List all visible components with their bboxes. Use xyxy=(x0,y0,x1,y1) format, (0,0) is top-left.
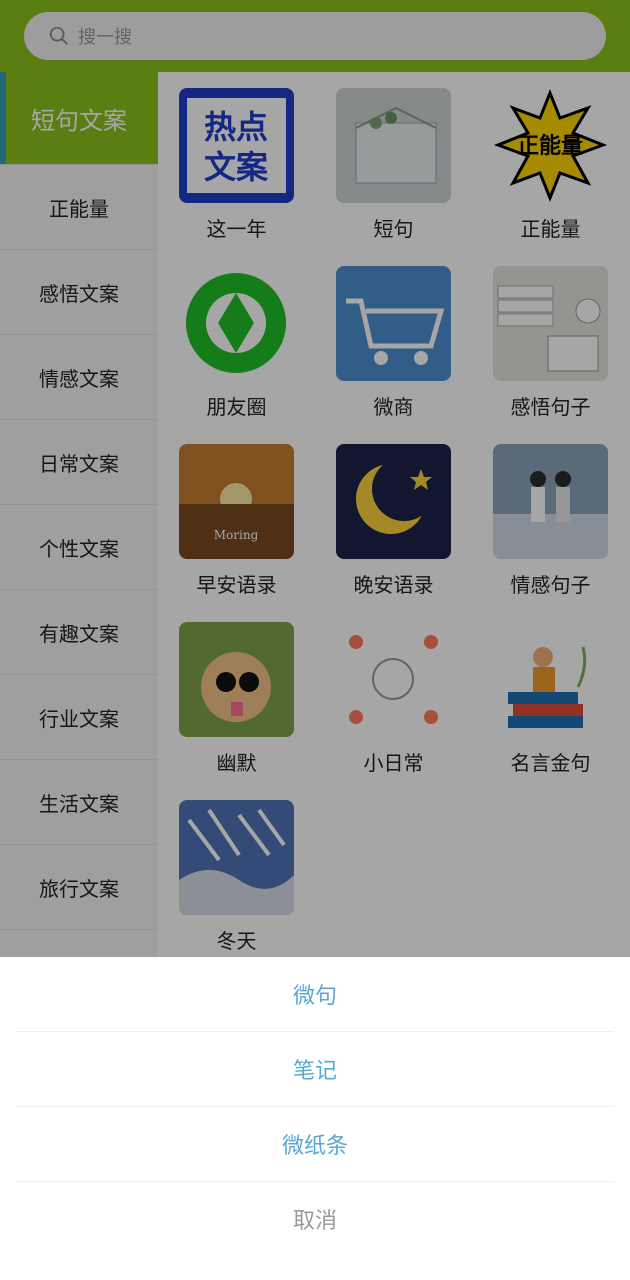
action-sheet: 微句 笔记 微纸条 取消 xyxy=(0,957,630,1280)
option-笔记[interactable]: 笔记 xyxy=(16,1032,614,1107)
cancel-button[interactable]: 取消 xyxy=(16,1182,614,1256)
option-微句[interactable]: 微句 xyxy=(16,957,614,1032)
option-微纸条[interactable]: 微纸条 xyxy=(16,1107,614,1182)
modal-overlay[interactable] xyxy=(0,0,630,957)
